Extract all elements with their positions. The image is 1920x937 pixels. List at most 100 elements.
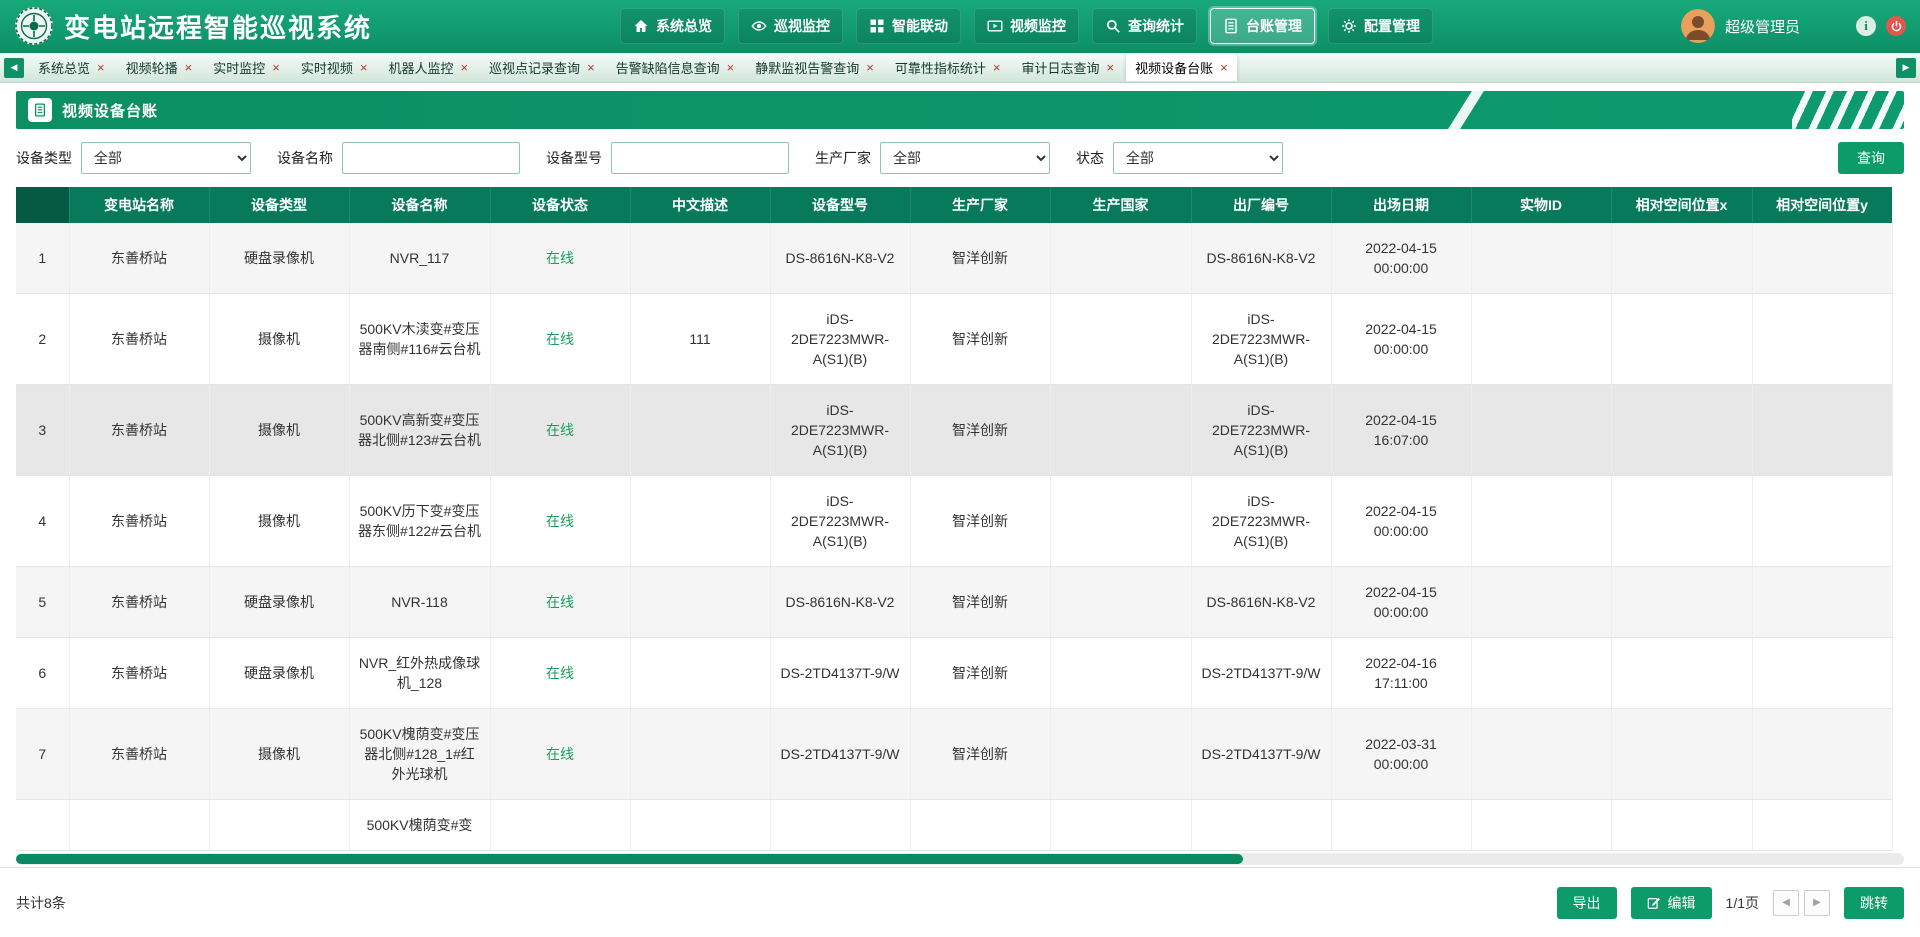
device-model-input[interactable]: [611, 142, 789, 174]
table-row[interactable]: 6东善桥站硬盘录像机NVR_红外热成像球机_128在线DS-2TD4137T-9…: [16, 638, 1892, 709]
device-type-label: 设备类型: [16, 148, 72, 168]
search-button[interactable]: 查询: [1838, 142, 1904, 174]
table-cell: iDS-2DE7223MWR-A(S1)(B): [1191, 476, 1331, 567]
tab-6[interactable]: 告警缺陷信息查询×: [607, 54, 744, 81]
tab-10[interactable]: 视频设备台账 ×: [1126, 54, 1237, 81]
horizontal-scrollbar-track[interactable]: [16, 853, 1904, 865]
nav-item-4[interactable]: 查询统计: [1092, 8, 1197, 44]
tab-label: 视频设备台账: [1135, 58, 1213, 77]
tabs-scroll-right-icon[interactable]: ▶: [1896, 58, 1916, 78]
table-row[interactable]: 5东善桥站硬盘录像机NVR-118在线DS-8616N-K8-V2智洋创新DS-…: [16, 567, 1892, 638]
close-icon[interactable]: ×: [272, 61, 280, 74]
table-cell: [1050, 638, 1191, 709]
tab-3[interactable]: 实时视频×: [292, 54, 377, 81]
close-icon[interactable]: ×: [993, 61, 1001, 74]
table-cell: [1611, 800, 1752, 851]
tab-1[interactable]: 视频轮播×: [117, 54, 202, 81]
nav-item-6[interactable]: 配置管理: [1328, 8, 1433, 44]
table-row[interactable]: 500KV槐荫变#变: [16, 800, 1892, 851]
table-cell: [1471, 294, 1611, 385]
table-cell: iDS-2DE7223MWR-A(S1)(B): [1191, 294, 1331, 385]
prev-page-button[interactable]: ◀: [1773, 890, 1799, 916]
row-index-cell: 3: [16, 385, 69, 476]
export-button[interactable]: 导出: [1557, 887, 1617, 919]
tab-8[interactable]: 可靠性指标统计×: [886, 54, 1010, 81]
table-cell: 在线: [490, 223, 630, 294]
tab-bar: ◀ 系统总览×视频轮播×实时监控×实时视频×机器人监控×巡视点记录查询×告警缺陷…: [0, 53, 1920, 83]
table-cell: iDS-2DE7223MWR-A(S1)(B): [770, 385, 910, 476]
table-header-row: 变电站名称设备类型设备名称设备状态中文描述设备型号生产厂家生产国家出厂编号出场日…: [16, 187, 1892, 223]
search-icon: [1105, 18, 1121, 34]
table-cell: [1050, 567, 1191, 638]
device-type-select[interactable]: 全部: [81, 142, 251, 174]
manufacturer-select[interactable]: 全部: [880, 142, 1050, 174]
close-icon[interactable]: ×: [866, 61, 874, 74]
table-cell: [630, 223, 770, 294]
table-cell: 在线: [490, 476, 630, 567]
info-icon[interactable]: i: [1856, 16, 1876, 36]
power-icon[interactable]: [1886, 16, 1906, 36]
pager: ◀ ▶: [1773, 890, 1830, 916]
tab-4[interactable]: 机器人监控×: [379, 54, 477, 81]
table-cell: 2022-03-31 00:00:00: [1331, 709, 1471, 800]
table-row[interactable]: 1东善桥站硬盘录像机NVR_117在线DS-8616N-K8-V2智洋创新DS-…: [16, 223, 1892, 294]
table-cell: [630, 638, 770, 709]
table-cell: [630, 567, 770, 638]
table-cell: 东善桥站: [69, 709, 209, 800]
table-cell: 在线: [490, 294, 630, 385]
nav-item-0[interactable]: 系统总览: [620, 8, 725, 44]
table-cell: [1752, 223, 1892, 294]
table-cell: 2022-04-16 17:11:00: [1331, 638, 1471, 709]
row-index-cell: 4: [16, 476, 69, 567]
table-cell: 2022-04-15 00:00:00: [1331, 223, 1471, 294]
nav-item-2[interactable]: 智能联动: [856, 8, 961, 44]
close-icon[interactable]: ×: [360, 61, 368, 74]
table-row[interactable]: 2东善桥站摄像机500KV木渎变#变压器南侧#116#云台机在线111iDS-2…: [16, 294, 1892, 385]
tabs-scroll-left-icon[interactable]: ◀: [4, 58, 24, 78]
table-row[interactable]: 3东善桥站摄像机500KV高新变#变压器北侧#123#云台机在线iDS-2DE7…: [16, 385, 1892, 476]
nav-item-5[interactable]: 台账管理: [1210, 8, 1315, 44]
edit-pencil-icon: [1647, 896, 1661, 910]
tab-2[interactable]: 实时监控×: [204, 54, 289, 81]
edit-label: 编辑: [1668, 893, 1696, 913]
close-icon[interactable]: ×: [1107, 61, 1115, 74]
edit-button[interactable]: 编辑: [1631, 887, 1712, 919]
table-cell: 2022-04-15 00:00:00: [1331, 476, 1471, 567]
next-page-button[interactable]: ▶: [1804, 890, 1830, 916]
title-slash-decoration: [1445, 91, 1487, 129]
table-cell: 硬盘录像机: [209, 638, 349, 709]
close-icon[interactable]: ×: [185, 61, 193, 74]
tab-5[interactable]: 巡视点记录查询×: [480, 54, 604, 81]
table-cell: 摄像机: [209, 385, 349, 476]
table-row[interactable]: 7东善桥站摄像机500KV槐荫变#变压器北侧#128_1#红外光球机在线DS-2…: [16, 709, 1892, 800]
app-header: 变电站远程智能巡视系统 系统总览巡视监控智能联动视频监控查询统计台账管理配置管理…: [0, 0, 1920, 53]
table-cell: 2022-04-15 16:07:00: [1331, 385, 1471, 476]
device-table: 变电站名称设备类型设备名称设备状态中文描述设备型号生产厂家生产国家出厂编号出场日…: [16, 187, 1893, 851]
table-cell: [1752, 567, 1892, 638]
device-name-input[interactable]: [342, 142, 520, 174]
table-cell: iDS-2DE7223MWR-A(S1)(B): [770, 476, 910, 567]
tab-0[interactable]: 系统总览×: [29, 54, 114, 81]
tab-7[interactable]: 静默监视告警查询×: [746, 54, 883, 81]
status-select[interactable]: 全部: [1113, 142, 1283, 174]
table-cell: 在线: [490, 638, 630, 709]
table-cell: 500KV槐荫变#变压器北侧#128_1#红外光球机: [349, 709, 490, 800]
table-cell: [1752, 476, 1892, 567]
close-icon[interactable]: ×: [460, 61, 468, 74]
nav-item-1[interactable]: 巡视监控: [738, 8, 843, 44]
close-icon[interactable]: ×: [587, 61, 595, 74]
table-cell: 在线: [490, 385, 630, 476]
table-cell: [1471, 800, 1611, 851]
close-icon[interactable]: ×: [97, 61, 105, 74]
close-icon[interactable]: ×: [1220, 61, 1228, 74]
filter-device-type: 设备类型 全部: [16, 142, 251, 174]
table-row[interactable]: 4东善桥站摄像机500KV历下变#变压器东侧#122#云台机在线iDS-2DE7…: [16, 476, 1892, 567]
close-icon[interactable]: ×: [727, 61, 735, 74]
nav-item-3[interactable]: 视频监控: [974, 8, 1079, 44]
tab-9[interactable]: 审计日志查询×: [1012, 54, 1123, 81]
table-cell: iDS-2DE7223MWR-A(S1)(B): [1191, 385, 1331, 476]
horizontal-scrollbar-thumb[interactable]: [16, 854, 1243, 864]
status-label: 状态: [1076, 148, 1104, 168]
jump-button[interactable]: 跳转: [1844, 887, 1904, 919]
table-cell: [1752, 638, 1892, 709]
